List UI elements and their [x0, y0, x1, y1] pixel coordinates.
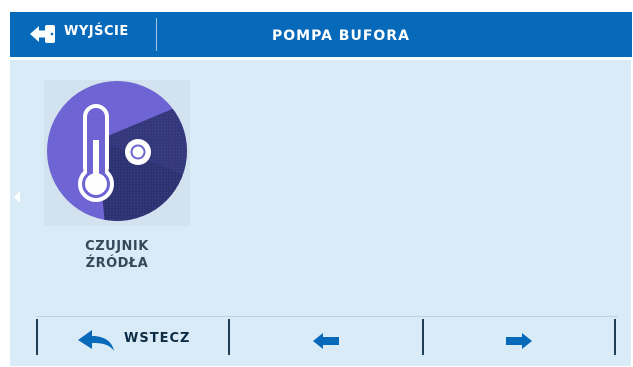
arrow-left-icon: [313, 333, 339, 349]
previous-button[interactable]: [230, 317, 422, 365]
divider: [614, 319, 616, 355]
back-label: WSTECZ: [124, 331, 191, 346]
arrow-right-icon: [506, 333, 532, 349]
page-title: POMPA BUFORA: [272, 28, 410, 44]
tile-label-line2: ŹRÓDŁA: [85, 256, 149, 271]
scroll-left-icon[interactable]: [14, 191, 20, 203]
exit-door-arrow-icon: [30, 25, 55, 43]
return-arrow-icon: [78, 330, 114, 351]
exit-button[interactable]: WYJŚCIE: [10, 12, 156, 57]
tile-label-line1: CZUJNIK: [85, 239, 149, 254]
next-button[interactable]: [424, 317, 614, 365]
exit-label: WYJŚCIE: [64, 24, 129, 39]
bottom-nav-bar: WSTECZ: [36, 316, 618, 365]
thermometer-sensor-icon: [47, 81, 187, 221]
back-button[interactable]: WSTECZ: [38, 317, 228, 365]
tile-label: CZUJNIK ŹRÓDŁA: [44, 238, 190, 272]
header-bar: WYJŚCIE POMPA BUFORA: [10, 12, 632, 57]
tile-source-sensor[interactable]: [44, 80, 190, 226]
header-divider: [156, 18, 157, 51]
screen: WYJŚCIE POMPA BUFORA CZUJNIK ŹRÓDŁA WSTE…: [0, 0, 633, 367]
